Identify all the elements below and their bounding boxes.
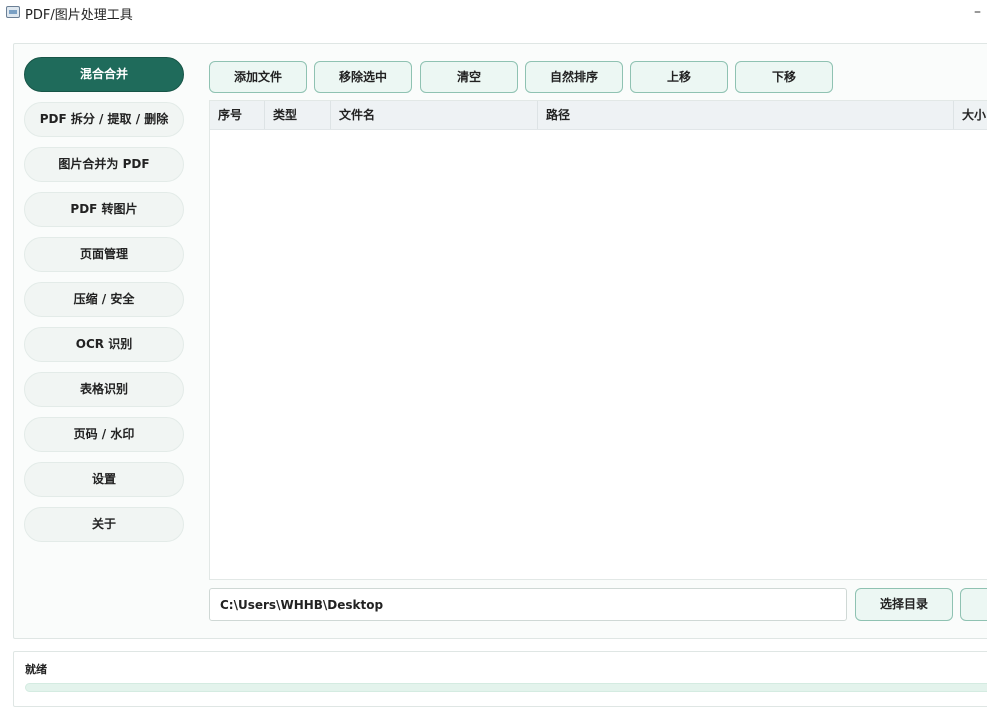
nav-about[interactable]: 关于 [24, 507, 184, 542]
move-up-button[interactable]: 上移 [630, 61, 728, 93]
nav-table-recognition[interactable]: 表格识别 [24, 372, 184, 407]
column-header-type[interactable]: 类型 [265, 101, 331, 129]
column-header-path[interactable]: 路径 [538, 101, 954, 129]
status-text: 就绪 [25, 663, 47, 676]
output-path-input[interactable] [209, 588, 847, 621]
table-header: 序号 类型 文件名 路径 大小 [210, 101, 987, 130]
app-icon [6, 6, 20, 18]
move-down-button[interactable]: 下移 [735, 61, 833, 93]
add-files-button[interactable]: 添加文件 [209, 61, 307, 93]
select-directory-button[interactable]: 选择目录 [855, 588, 953, 621]
start-button[interactable] [960, 588, 987, 621]
title-bar: PDF/图片处理工具 – [0, 0, 987, 26]
nav-compress-security[interactable]: 压缩 / 安全 [24, 282, 184, 317]
nav-pdf-to-images[interactable]: PDF 转图片 [24, 192, 184, 227]
file-table[interactable]: 序号 类型 文件名 路径 大小 [209, 100, 987, 580]
nav-ocr[interactable]: OCR 识别 [24, 327, 184, 362]
nav-pdf-split[interactable]: PDF 拆分 / 提取 / 删除 [24, 102, 184, 137]
nav-mixed-merge[interactable]: 混合合并 [24, 57, 184, 92]
column-header-index[interactable]: 序号 [210, 101, 265, 129]
nav-images-to-pdf[interactable]: 图片合并为 PDF [24, 147, 184, 182]
nav-page-management[interactable]: 页面管理 [24, 237, 184, 272]
column-header-size[interactable]: 大小 [954, 101, 987, 129]
clear-button[interactable]: 清空 [420, 61, 518, 93]
column-header-filename[interactable]: 文件名 [331, 101, 538, 129]
minimize-button[interactable]: – [974, 3, 987, 21]
nav-settings[interactable]: 设置 [24, 462, 184, 497]
window-title: PDF/图片处理工具 [25, 8, 133, 23]
status-panel [13, 651, 987, 707]
natural-sort-button[interactable]: 自然排序 [525, 61, 623, 93]
progress-bar [25, 683, 987, 692]
nav-page-number-watermark[interactable]: 页码 / 水印 [24, 417, 184, 452]
remove-selected-button[interactable]: 移除选中 [314, 61, 412, 93]
